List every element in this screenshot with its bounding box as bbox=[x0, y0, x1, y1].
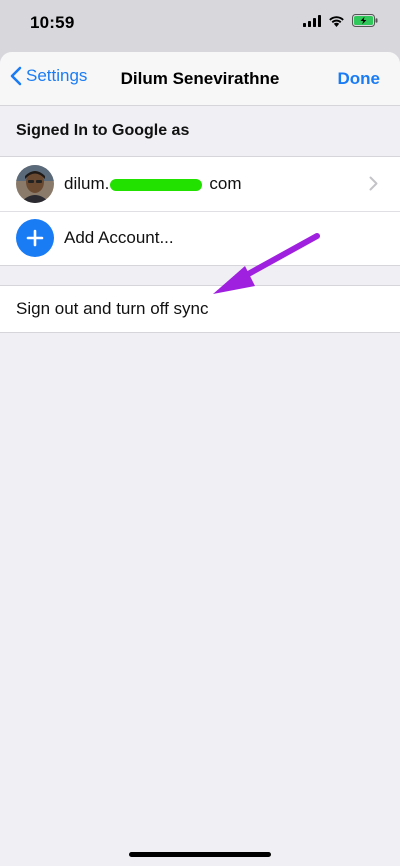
wifi-icon bbox=[328, 14, 345, 32]
annotation-arrow-icon bbox=[213, 233, 320, 294]
avatar bbox=[16, 165, 54, 203]
account-email: dilum. com bbox=[64, 174, 241, 194]
signout-group: Sign out and turn off sync bbox=[0, 285, 400, 333]
accounts-group: dilum. com Add Account... bbox=[0, 156, 400, 266]
sign-out-label: Sign out and turn off sync bbox=[16, 299, 209, 318]
chevron-right-icon bbox=[369, 176, 378, 191]
add-account-label: Add Account... bbox=[64, 228, 174, 247]
navigation-bar: Settings Dilum Senevirathne Done bbox=[0, 52, 400, 106]
status-icons bbox=[303, 14, 378, 32]
redaction-mark bbox=[110, 179, 202, 191]
account-row[interactable]: dilum. com bbox=[0, 157, 400, 211]
plus-icon bbox=[16, 219, 54, 257]
account-sheet: Settings Dilum Senevirathne Done Signed … bbox=[0, 52, 400, 866]
section-header: Signed In to Google as bbox=[16, 122, 190, 139]
signal-icon bbox=[303, 14, 321, 32]
account-email-suffix: com bbox=[209, 174, 242, 193]
home-indicator[interactable] bbox=[129, 852, 271, 857]
battery-icon bbox=[352, 14, 378, 32]
status-bar: 10:59 bbox=[0, 0, 400, 48]
status-time: 10:59 bbox=[30, 13, 75, 32]
sign-out-button[interactable]: Sign out and turn off sync bbox=[0, 286, 400, 332]
account-email-prefix: dilum. bbox=[64, 174, 110, 193]
add-account-button[interactable]: Add Account... bbox=[0, 211, 400, 265]
done-button[interactable]: Done bbox=[338, 69, 381, 89]
